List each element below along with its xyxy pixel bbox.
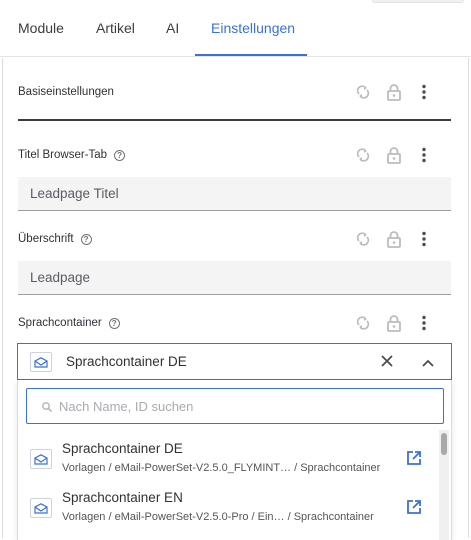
more-vert-icon[interactable]	[421, 229, 427, 249]
option-name: Sprachcontainer EN	[62, 490, 183, 505]
sync-disabled-icon[interactable]	[355, 229, 371, 249]
sprach-label: Sprachcontainer ?	[18, 317, 120, 329]
sync-disabled-icon[interactable]	[355, 313, 371, 333]
lock-icon[interactable]	[387, 82, 401, 102]
sync-disabled-icon[interactable]	[355, 82, 371, 102]
more-vert-icon[interactable]	[421, 313, 427, 333]
option-path: Vorlagen / eMail-PowerSet-V2.5.0_FLYMINT…	[62, 462, 381, 474]
search-icon	[41, 400, 53, 413]
active-tab-indicator	[195, 54, 307, 56]
tab-module[interactable]: Module	[18, 20, 64, 36]
titel-input[interactable]: Leadpage Titel	[18, 177, 451, 211]
ueberschrift-label: Überschrift ?	[18, 233, 92, 245]
list-item[interactable]: Sprachcontainer EN Vorlagen / eMail-Powe…	[18, 482, 438, 532]
envelope-icon	[30, 449, 52, 469]
basis-label: Basiseinstellungen	[18, 86, 114, 98]
more-vert-icon[interactable]	[421, 145, 427, 165]
dropdown-menu: Nach Name, ID suchen Sprachcontainer DE …	[17, 380, 452, 540]
option-name: Sprachcontainer DE	[62, 441, 183, 456]
chevron-up-icon[interactable]	[421, 355, 435, 367]
open-external-icon[interactable]	[406, 499, 422, 515]
envelope-icon	[30, 498, 52, 518]
open-external-icon[interactable]	[406, 450, 422, 466]
lock-icon[interactable]	[387, 229, 401, 249]
search-placeholder: Nach Name, ID suchen	[59, 399, 194, 414]
lock-icon[interactable]	[387, 313, 401, 333]
titel-label: Titel Browser-Tab ?	[18, 149, 126, 161]
close-icon[interactable]	[380, 354, 394, 368]
sync-disabled-icon[interactable]	[355, 145, 371, 165]
help-circle-icon[interactable]: ?	[108, 317, 120, 329]
tab-einstellungen[interactable]: Einstellungen	[211, 20, 295, 36]
tab-artikel[interactable]: Artikel	[96, 20, 135, 36]
titel-label-text: Titel Browser-Tab	[18, 149, 108, 161]
help-circle-icon[interactable]: ?	[80, 233, 92, 245]
basis-label-text: Basiseinstellungen	[18, 86, 114, 98]
sprach-label-text: Sprachcontainer	[18, 317, 102, 329]
ueberschrift-actions	[355, 229, 427, 249]
scrollbar-thumb[interactable]	[441, 433, 447, 455]
basis-actions	[355, 82, 427, 102]
ueberschrift-label-text: Überschrift	[18, 233, 74, 245]
search-input[interactable]: Nach Name, ID suchen	[26, 388, 444, 424]
tab-ai[interactable]: AI	[166, 20, 179, 36]
sprach-actions	[355, 313, 427, 333]
help-circle-icon[interactable]: ?	[114, 149, 126, 161]
lock-icon[interactable]	[387, 145, 401, 165]
selected-value: Sprachcontainer DE	[66, 354, 187, 369]
ueberschrift-input[interactable]: Leadpage	[18, 261, 451, 295]
basis-field-underline	[18, 119, 451, 121]
tab-bar: Module Artikel AI Einstellungen	[0, 0, 471, 57]
list-item[interactable]: Sprachcontainer DE Vorlagen / eMail-Powe…	[18, 433, 438, 483]
more-vert-icon[interactable]	[421, 82, 427, 102]
envelope-icon	[30, 352, 52, 372]
option-path: Vorlagen / eMail-PowerSet-V2.5.0-Pro / E…	[62, 511, 374, 523]
sprachcontainer-select[interactable]: Sprachcontainer DE	[17, 343, 452, 380]
titel-actions	[355, 145, 427, 165]
